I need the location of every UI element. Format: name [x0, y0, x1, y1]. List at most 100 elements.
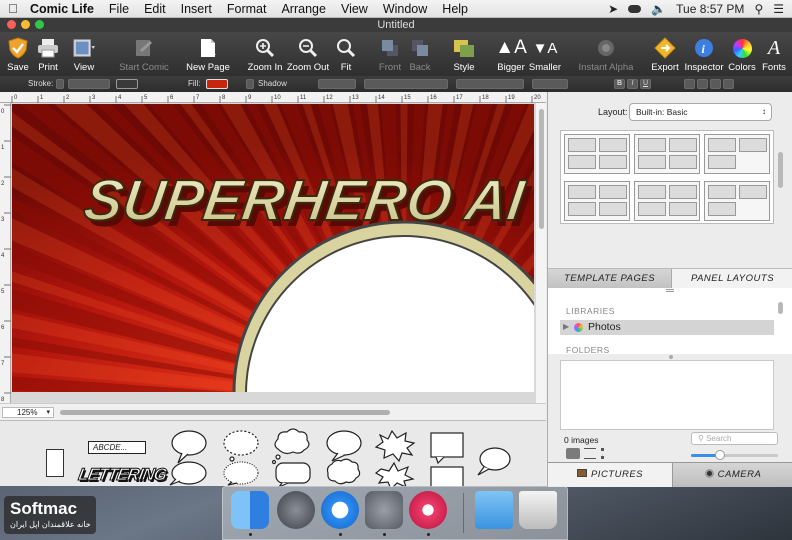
template-thumb-5[interactable] — [634, 181, 700, 221]
notification-center-icon[interactable]: ☰ — [773, 2, 784, 16]
vertical-scrollbar[interactable] — [536, 103, 546, 403]
splitter-dot-icon[interactable] — [669, 355, 673, 359]
menu-format[interactable]: Format — [227, 2, 267, 16]
stroke-width-select[interactable] — [68, 79, 110, 89]
pictures-grid[interactable] — [560, 360, 774, 430]
speech-balloon-oval[interactable] — [171, 430, 207, 464]
template-thumb-3[interactable] — [704, 134, 770, 174]
cloud-icon[interactable] — [628, 5, 642, 13]
menu-arrange[interactable]: Arrange — [281, 2, 325, 16]
font-size-select[interactable] — [532, 79, 568, 89]
align-justify-button[interactable] — [723, 79, 734, 89]
print-button[interactable]: Print — [34, 32, 62, 76]
thumbnail-size-slider[interactable] — [691, 450, 778, 460]
speech-balloon-round[interactable] — [326, 430, 362, 462]
italic-button[interactable]: I — [627, 79, 638, 89]
comic-page[interactable]: SUPERHERO AI SUPERHERO AI — [12, 104, 534, 392]
text-box-item[interactable]: ABCDE... — [88, 441, 146, 454]
style-button[interactable]: Style — [450, 32, 478, 76]
menu-app-name[interactable]: Comic Life — [30, 2, 94, 16]
new-page-button[interactable]: + New Page — [186, 32, 230, 76]
splitter-handle-icon[interactable] — [666, 289, 674, 292]
horizontal-ruler[interactable]: 0 1 2 3 4 5 6 7 8 9 10 11 12 13 14 15 16 17 18 19 20 — [0, 92, 546, 103]
scallop-balloon[interactable] — [326, 458, 361, 485]
thought-balloon-cloud[interactable] — [271, 428, 310, 465]
template-thumb-6[interactable] — [704, 181, 770, 221]
export-button[interactable]: Export — [650, 32, 680, 76]
align-center-button[interactable] — [697, 79, 708, 89]
bigger-button[interactable]: ▲A Bigger — [494, 32, 528, 76]
back-button[interactable]: Back — [406, 32, 434, 76]
menu-edit[interactable]: Edit — [144, 2, 166, 16]
smaller-button[interactable]: ▼A Smaller — [528, 32, 562, 76]
view-button[interactable]: View — [68, 32, 100, 76]
apple-menu-icon[interactable]:  — [8, 1, 22, 16]
shadow-select[interactable] — [318, 79, 356, 89]
slider-knob[interactable] — [714, 450, 725, 460]
zoom-out-button[interactable]: Zoom Out — [286, 32, 330, 76]
menu-insert[interactable]: Insert — [181, 2, 212, 16]
tab-template-pages[interactable]: TEMPLATE PAGES — [548, 269, 672, 288]
thumbnails-scroll-thumb[interactable] — [778, 152, 783, 188]
layout-select[interactable]: Built-in: Basic ↕ — [629, 103, 772, 121]
add-balloon-item[interactable] — [477, 447, 511, 476]
whisper-balloon-dotted[interactable] — [223, 461, 259, 486]
fit-button[interactable]: Fit — [334, 32, 358, 76]
vertical-scroll-thumb[interactable] — [539, 109, 544, 229]
search-field[interactable]: ⚲ Search — [691, 432, 778, 445]
icon-view-button[interactable] — [566, 448, 580, 459]
vertical-ruler[interactable]: 012345678 — [0, 103, 11, 403]
safari-icon[interactable] — [321, 491, 359, 529]
save-button[interactable]: Save — [4, 32, 32, 76]
menu-clock[interactable]: Tue 8:57 PM — [676, 2, 744, 16]
minimize-button[interactable] — [21, 20, 30, 29]
caption-box-lower[interactable] — [430, 466, 464, 487]
speech-balloon-tail-left[interactable] — [169, 461, 207, 486]
colors-button[interactable]: Colors — [726, 32, 758, 76]
front-button[interactable]: Front — [376, 32, 404, 76]
template-thumb-2[interactable] — [634, 134, 700, 174]
menu-file[interactable]: File — [109, 2, 129, 16]
zoom-button[interactable] — [35, 20, 44, 29]
template-thumb-4[interactable] — [564, 181, 630, 221]
comic-title-group[interactable]: SUPERHERO AI SUPERHERO AI — [79, 167, 534, 239]
font-family-select[interactable] — [364, 79, 448, 89]
launchpad-icon[interactable] — [277, 491, 315, 529]
zoom-in-button[interactable]: Zoom In — [246, 32, 284, 76]
template-thumb-1[interactable] — [564, 134, 630, 174]
horizontal-scroll-thumb[interactable] — [60, 410, 390, 415]
close-button[interactable] — [7, 20, 16, 29]
system-preferences-icon[interactable] — [365, 491, 403, 529]
tab-camera[interactable]: CAMERA — [672, 463, 792, 487]
align-right-button[interactable] — [710, 79, 721, 89]
trash-icon[interactable] — [519, 491, 557, 529]
zoom-level-select[interactable]: 125% ▾ — [2, 407, 54, 418]
shout-balloon-burst[interactable] — [374, 429, 416, 463]
library-item-photos[interactable]: ▶ Photos — [560, 320, 774, 335]
libraries-scroll-thumb[interactable] — [778, 302, 783, 314]
shout-balloon-jagged[interactable] — [374, 461, 415, 487]
start-comic-button[interactable]: Start Comic — [118, 32, 170, 76]
tab-panel-layouts[interactable]: PANEL LAYOUTS — [672, 269, 792, 288]
finder-icon[interactable] — [231, 491, 269, 529]
location-arrow-icon[interactable]: ➤ — [608, 2, 618, 16]
list-view-button[interactable] — [584, 448, 596, 459]
stroke-toggle[interactable] — [56, 79, 64, 89]
caption-box-item[interactable] — [430, 432, 464, 465]
shadow-checkbox[interactable] — [246, 79, 254, 89]
stroke-color-well[interactable] — [116, 79, 138, 89]
menu-window[interactable]: Window — [383, 2, 427, 16]
downloads-folder-icon[interactable] — [475, 491, 513, 529]
comic-life-dock-icon[interactable] — [409, 491, 447, 529]
underline-button[interactable]: U — [640, 79, 651, 89]
fill-color-well[interactable] — [206, 79, 228, 89]
bold-button[interactable]: B — [614, 79, 625, 89]
volume-icon[interactable]: 🔈 — [651, 2, 666, 16]
lettering-art-item[interactable]: LETTERING — [76, 465, 168, 491]
fonts-button[interactable]: A Fonts — [760, 32, 788, 76]
thought-balloon-dashed[interactable] — [223, 430, 259, 462]
blank-panel-item[interactable] — [46, 449, 64, 477]
align-left-button[interactable] — [684, 79, 695, 89]
speech-balloon-rect[interactable] — [275, 462, 311, 487]
disclosure-triangle-icon[interactable]: ▶ — [563, 322, 569, 331]
